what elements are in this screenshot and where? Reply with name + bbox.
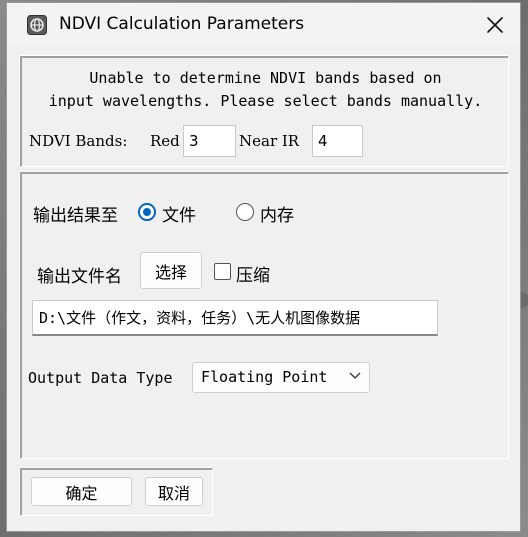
data-type-dropdown[interactable]: Floating Point bbox=[192, 362, 370, 393]
choose-file-button[interactable]: 选择 bbox=[140, 252, 202, 289]
ndvi-dialog: NDVI Calculation Parameters Unable to de… bbox=[6, 2, 521, 532]
near-ir-band-field[interactable]: 4 bbox=[312, 125, 363, 157]
compress-checkbox[interactable] bbox=[214, 263, 231, 280]
close-button[interactable] bbox=[478, 9, 512, 41]
title-bar[interactable]: NDVI Calculation Parameters bbox=[7, 3, 520, 47]
red-label: Red bbox=[150, 132, 180, 150]
output-filename-label: 输出文件名 bbox=[37, 267, 122, 287]
dialog-title: NDVI Calculation Parameters bbox=[59, 14, 305, 34]
radio-file-label[interactable]: 文件 bbox=[162, 201, 196, 226]
radio-memory-label[interactable]: 内存 bbox=[260, 201, 294, 226]
cancel-button[interactable]: 取消 bbox=[145, 477, 203, 506]
chevron-down-icon bbox=[349, 372, 361, 379]
data-type-value: Floating Point bbox=[201, 368, 328, 386]
near-ir-label: Near IR bbox=[239, 132, 300, 150]
ok-button[interactable]: 确定 bbox=[31, 477, 132, 506]
radio-memory[interactable] bbox=[236, 203, 254, 221]
ndvi-bands-group: Unable to determine NDVI bands based on … bbox=[20, 56, 509, 167]
message-line-2: input wavelengths. Please select bands m… bbox=[48, 92, 483, 110]
radio-file[interactable] bbox=[138, 203, 156, 221]
output-to-label: 输出结果至 bbox=[33, 206, 118, 226]
envi-globe-icon bbox=[27, 15, 47, 35]
ndvi-bands-label: NDVI Bands: bbox=[29, 132, 128, 150]
compress-label[interactable]: 压缩 bbox=[236, 261, 270, 286]
output-data-type-label: Output Data Type bbox=[28, 369, 173, 387]
message-line-1: Unable to determine NDVI bands based on bbox=[89, 69, 442, 87]
red-band-field[interactable]: 3 bbox=[183, 125, 236, 157]
output-path-field[interactable]: D:\文件（作文，资料，任务）\无人机图像数据 bbox=[32, 300, 438, 336]
close-icon bbox=[487, 17, 503, 33]
